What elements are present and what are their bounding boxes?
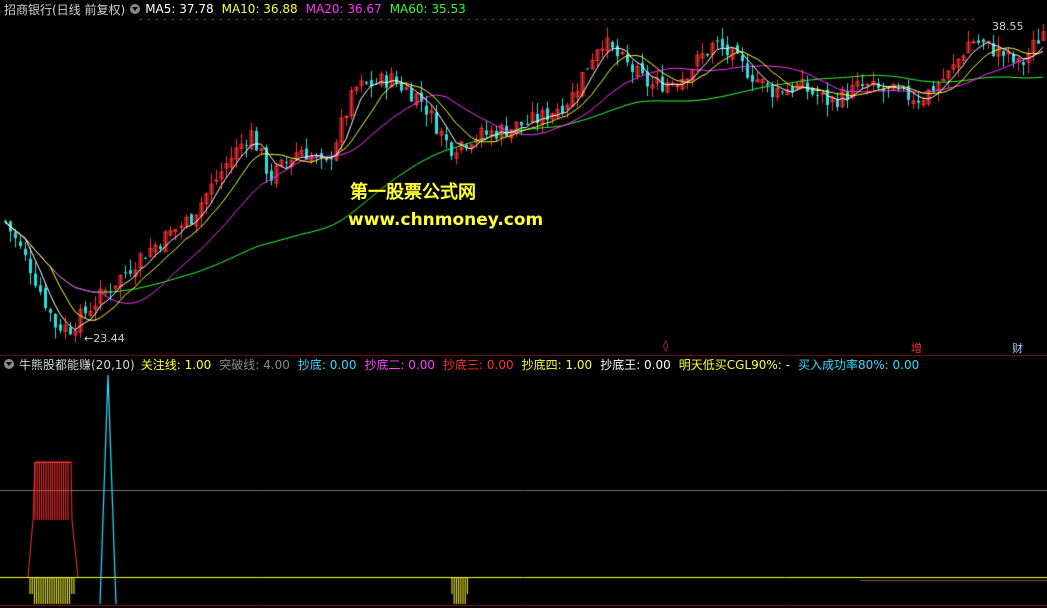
watermark-url: www.chnmoney.com	[348, 210, 544, 230]
indicator-legend-item-7: 明天低买CGL90%: -	[678, 357, 790, 372]
red-diamond-marker: ◊	[663, 339, 669, 352]
ma-legend-item-0: MA5: 37.78	[145, 2, 214, 16]
chevron-down-icon[interactable]	[130, 4, 141, 14]
indicator-legend-item-0: 关注线: 1.00	[140, 357, 212, 372]
ma-legend-item-1: MA10: 36.88	[221, 2, 298, 16]
main-chart-header: 招商银行(日线 前复权) MA5: 37.78 MA10: 36.88 MA20: …	[0, 0, 1047, 18]
indicator-legend-item-8: 买入成功率80%: 0.00	[798, 357, 920, 372]
indicator-header: 牛熊股都能赚(20,10) 关注线: 1.00 突破线: 4.00 抄底: 0.00…	[0, 355, 1047, 373]
low-price-label: ←23.44	[84, 332, 125, 345]
indicator-legend-item-3: 抄底二: 0.00	[364, 357, 436, 372]
indicator-legend-item-6: 抄底王: 0.00	[600, 357, 671, 372]
indicator-legend-item-4: 抄底三: 0.00	[443, 357, 514, 372]
indicator-legend-item-5: 抄底四: 1.00	[521, 357, 593, 372]
ma-legend: MA5: 37.78 MA10: 36.88 MA20: 36.67 MA60: 35…	[145, 2, 474, 16]
chevron-down-icon[interactable]	[4, 359, 14, 369]
increase-marker[interactable]: 增	[911, 340, 922, 356]
indicator-legend-item-2: 抄底: 0.00	[297, 357, 357, 372]
watermark-title: 第一股票公式网	[350, 182, 476, 203]
ma-legend-item-3: MA60: 35.53	[389, 2, 466, 16]
indicator-legend: 关注线: 1.00 突破线: 4.00 抄底: 0.00 抄底二: 0.00 抄底三: …	[141, 356, 928, 373]
high-price-label: 38.55	[992, 20, 1024, 33]
indicator-legend-item-1: 突破线: 4.00	[219, 357, 290, 372]
candlestick-chart[interactable]	[0, 0, 1047, 608]
finance-marker[interactable]: 财	[1012, 340, 1023, 356]
stock-title: 招商银行(日线 前复权)	[4, 2, 126, 17]
indicator-title: 牛熊股都能赚(20,10)	[19, 357, 135, 372]
ma-legend-item-2: MA20: 36.67	[305, 2, 382, 16]
